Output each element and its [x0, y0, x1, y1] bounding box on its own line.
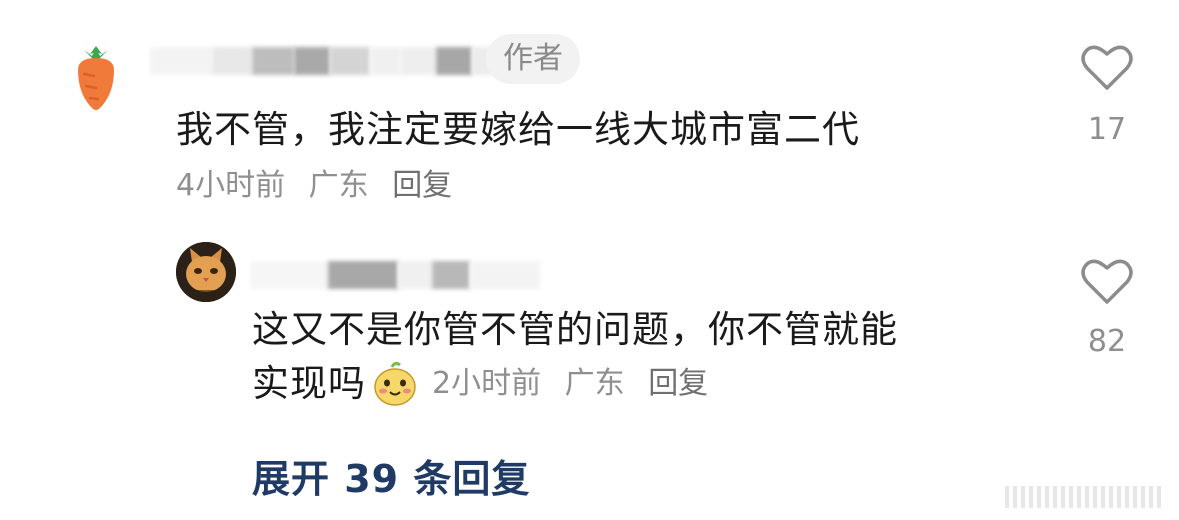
avatar-carrot-icon[interactable] — [70, 42, 122, 114]
reply-time: 2小时前 — [432, 366, 542, 401]
watermark — [1005, 486, 1165, 508]
avatar-cat-icon[interactable] — [176, 242, 236, 302]
comment-time: 4小时前 — [176, 168, 286, 203]
reply-text-line-2-row: 实现吗 2小时前 广东 回复 — [252, 358, 722, 410]
reply-text-line-1[interactable]: 这又不是你管不管的问题，你不管就能 — [252, 304, 898, 356]
reply-meta: 2小时前 广东 回复 — [432, 364, 722, 404]
comment-text[interactable]: 我不管，我注定要嫁给一线大城市富二代 — [176, 104, 860, 156]
reply-text-line-2[interactable]: 实现吗 — [252, 358, 366, 410]
author-badge: 作者 — [486, 34, 580, 84]
like-count: 17 — [1087, 112, 1127, 147]
username-blurred[interactable] — [250, 258, 540, 292]
comment-location: 广东 — [308, 168, 369, 203]
reply-button[interactable]: 回复 — [392, 168, 452, 203]
like-heart-icon[interactable] — [1081, 258, 1133, 306]
username-blurred[interactable] — [150, 44, 506, 78]
comment-meta: 4小时前 广东 回复 — [176, 166, 466, 206]
like-heart-icon[interactable] — [1081, 44, 1133, 92]
reply-location: 广东 — [564, 366, 625, 401]
expand-replies-link[interactable]: 展开 39 条回复 — [252, 448, 530, 503]
blushing-face-emoji-icon — [372, 361, 418, 407]
reply-button[interactable]: 回复 — [648, 366, 708, 401]
like-count: 82 — [1087, 324, 1127, 359]
